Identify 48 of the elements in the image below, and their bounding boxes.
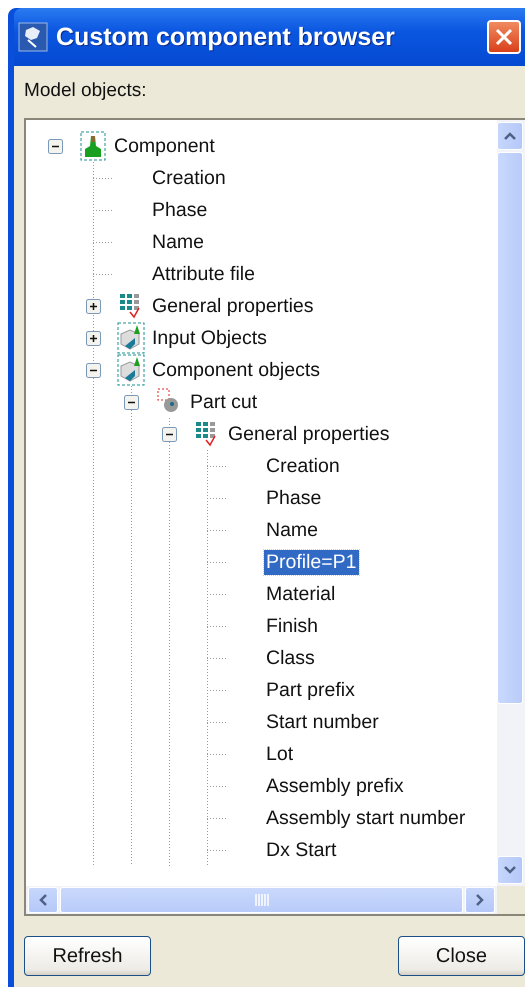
section-label: Model objects: [24,79,148,103]
tree-item[interactable]: General properties [226,422,392,446]
tree-item[interactable]: Creation [150,166,228,190]
tree-item[interactable]: Input Objects [150,326,269,350]
expand-toggle[interactable] [86,330,100,346]
vertical-scrollbar[interactable] [497,120,525,886]
scroll-left-button[interactable] [28,887,58,913]
tree-item[interactable]: Attribute file [150,262,257,286]
collapse-toggle[interactable] [48,138,62,154]
tree-item[interactable]: Phase [264,486,324,510]
scroll-right-button[interactable] [465,887,495,913]
tree-item[interactable]: Material [264,582,338,606]
close-icon[interactable] [487,20,521,54]
expand-toggle[interactable] [86,298,100,314]
tree-item[interactable]: Name [264,518,320,542]
horizontal-scrollbar[interactable] [26,886,497,914]
scrollbar-corner [497,886,525,914]
tree-item[interactable]: Start number [264,710,381,734]
tree-item[interactable]: Component objects [150,358,322,382]
tree-item[interactable]: Phase [150,198,210,222]
tree-item[interactable]: Component [112,134,217,158]
objects-icon [117,322,145,354]
tree-item[interactable]: Part cut [188,390,260,414]
close-button[interactable]: Close [398,936,525,976]
refresh-button[interactable]: Refresh [24,936,151,976]
tree-item[interactable]: Profile=P1 [264,550,359,574]
scroll-thumb[interactable] [60,887,463,913]
objects-icon [117,354,145,386]
tree-item[interactable]: General properties [150,294,316,318]
window-title: Custom component browser [56,22,396,52]
tree-item[interactable]: Part prefix [264,678,357,702]
scroll-down-button[interactable] [497,856,523,884]
scroll-up-button[interactable] [497,122,523,150]
tree-item[interactable]: Class [264,646,317,670]
tree-item[interactable]: Assembly prefix [264,774,406,798]
tree-item[interactable]: Lot [264,742,296,766]
component-icon [80,131,106,161]
grip-icon [254,894,268,906]
tree-item[interactable]: Creation [264,454,342,478]
tree-item[interactable]: Finish [264,614,320,638]
scroll-thumb[interactable] [497,152,523,704]
collapse-toggle[interactable] [124,394,138,410]
tree-item[interactable]: Dx Start [264,838,338,862]
tree-item[interactable]: Assembly start number [264,806,468,830]
collapse-toggle[interactable] [86,362,100,378]
collapse-toggle[interactable] [162,426,176,442]
app-icon [18,22,48,52]
tree-item[interactable]: Name [150,230,206,254]
